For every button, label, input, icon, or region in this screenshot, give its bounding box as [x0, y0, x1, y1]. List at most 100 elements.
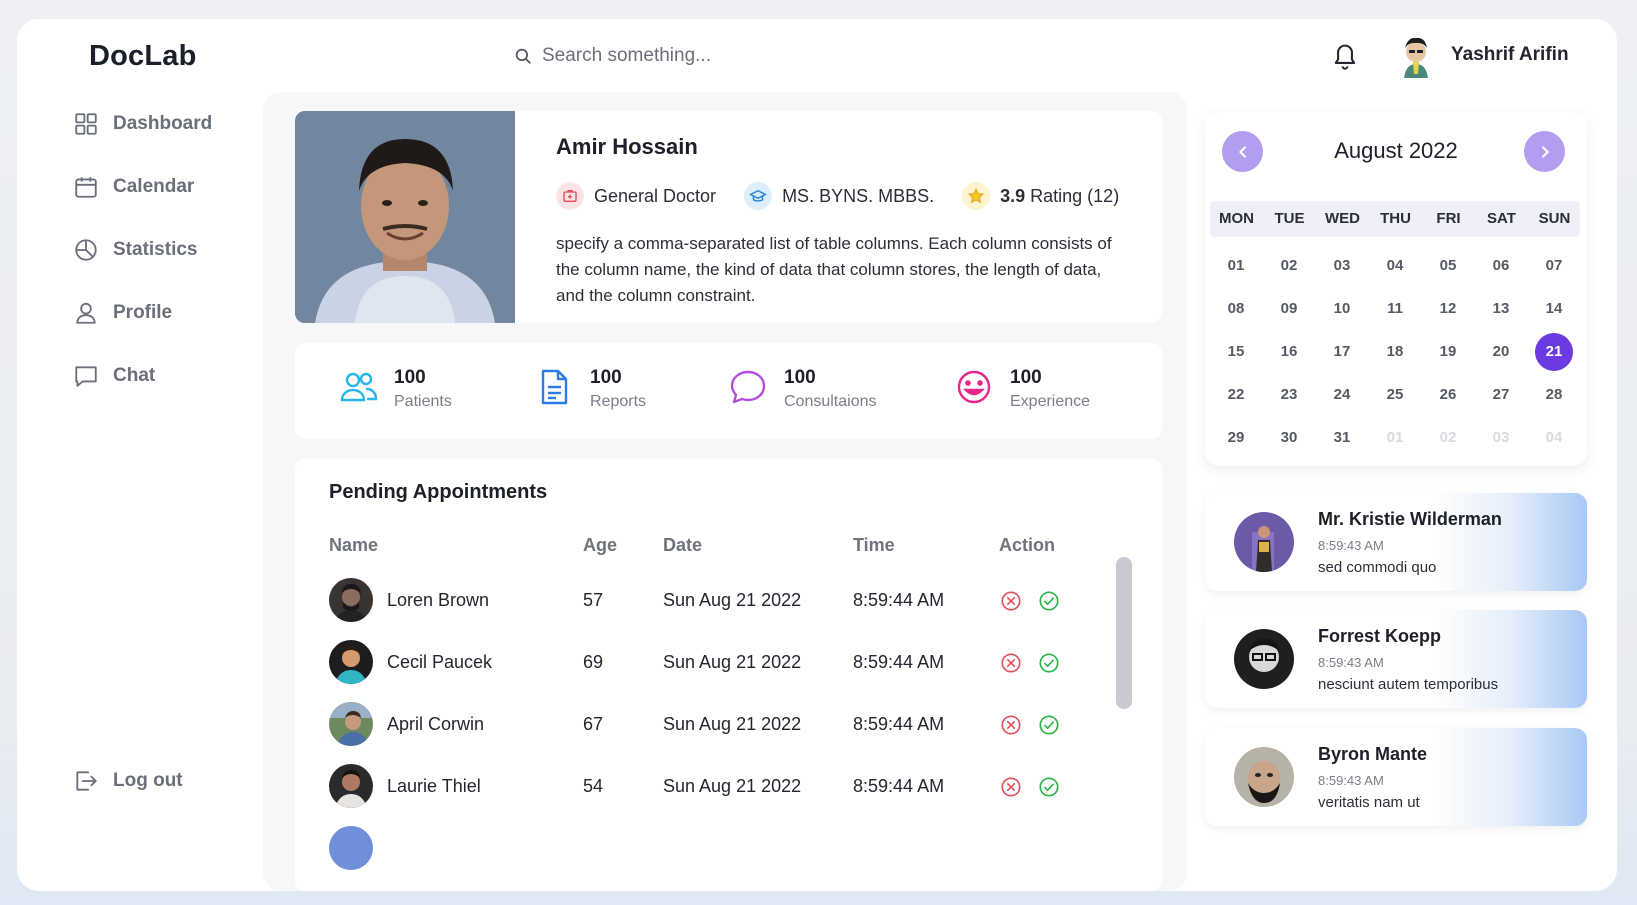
- calendar-day[interactable]: 27: [1482, 376, 1520, 414]
- sidebar-item-label: Dashboard: [113, 113, 213, 134]
- sidebar-nav: Dashboard Calendar Statistics Profile Ch…: [73, 111, 212, 426]
- appointments-rows: Loren Brown 57 Sun Aug 21 2022 8:59:44 A…: [295, 576, 1162, 886]
- patient-avatar: [329, 640, 373, 684]
- calendar-day[interactable]: 08: [1217, 290, 1255, 328]
- calendar-day-selected[interactable]: 21: [1535, 333, 1573, 371]
- calendar-day[interactable]: 07: [1535, 247, 1573, 285]
- table-row: Loren Brown 57 Sun Aug 21 2022 8:59:44 A…: [295, 576, 1162, 638]
- brand-logo[interactable]: DocLab: [89, 40, 197, 73]
- chat-bubble-icon: [730, 370, 766, 404]
- appointment-date: Sun Aug 21 2022: [663, 776, 802, 796]
- calendar-day-outside: 04: [1545, 429, 1563, 446]
- calendar-day[interactable]: 13: [1482, 290, 1520, 328]
- user-avatar[interactable]: [1396, 34, 1436, 78]
- calendar-day[interactable]: 06: [1482, 247, 1520, 285]
- sidebar-item-label: Chat: [113, 365, 156, 386]
- sidebar-item-chat[interactable]: Chat: [73, 363, 212, 389]
- patient-avatar: [329, 826, 373, 870]
- rating-label: Rating (12): [1030, 185, 1120, 206]
- reject-icon[interactable]: [1000, 714, 1022, 736]
- search-bar: [514, 45, 862, 67]
- patient-age: 69: [583, 652, 604, 672]
- column-header-time: Time: [853, 535, 895, 555]
- appointment-time: 8:59:44 AM: [853, 776, 945, 796]
- approve-icon[interactable]: [1038, 652, 1060, 674]
- calendar-day[interactable]: 17: [1323, 333, 1361, 371]
- column-header-date: Date: [663, 535, 703, 555]
- calendar-day[interactable]: 19: [1429, 333, 1467, 371]
- calendar-day[interactable]: 24: [1323, 376, 1361, 414]
- weekday-label: MON: [1219, 210, 1254, 227]
- search-input[interactable]: [542, 45, 862, 67]
- reject-icon[interactable]: [1000, 652, 1022, 674]
- approve-icon[interactable]: [1038, 776, 1060, 798]
- calendar-day[interactable]: 22: [1217, 376, 1255, 414]
- calendar-day[interactable]: 14: [1535, 290, 1573, 328]
- sender-avatar: [1234, 629, 1294, 689]
- calendar-day[interactable]: 23: [1270, 376, 1308, 414]
- calendar-day[interactable]: 05: [1429, 247, 1467, 285]
- calendar-day[interactable]: 15: [1217, 333, 1255, 371]
- calendar-day[interactable]: 11: [1376, 290, 1414, 328]
- calendar-day[interactable]: 29: [1217, 419, 1255, 457]
- calendar-day[interactable]: 26: [1429, 376, 1467, 414]
- sidebar-item-label: Calendar: [113, 176, 195, 197]
- message-time: 8:59:43 AM: [1318, 538, 1384, 553]
- stat-value: 100: [394, 367, 426, 388]
- calendar-day[interactable]: 18: [1376, 333, 1414, 371]
- stat-label: Consultaions: [784, 393, 877, 410]
- appointment-date: Sun Aug 21 2022: [663, 652, 802, 672]
- sidebar-item-label: Profile: [113, 302, 173, 323]
- degree-badge: MS. BYNS. MBBS.: [744, 182, 934, 210]
- specialty-badge: General Doctor: [556, 182, 716, 210]
- stat-label: Reports: [590, 393, 647, 410]
- table-row: April Corwin 67 Sun Aug 21 2022 8:59:44 …: [295, 700, 1162, 762]
- calendar-day[interactable]: 31: [1323, 419, 1361, 457]
- smiley-icon: [957, 370, 991, 404]
- table-row: [295, 824, 1162, 886]
- sender-name: Forrest Koepp: [1318, 626, 1442, 646]
- stat-value: 100: [784, 367, 816, 388]
- sidebar-item-calendar[interactable]: Calendar: [73, 174, 212, 200]
- reject-icon[interactable]: [1000, 776, 1022, 798]
- graduation-cap-icon: [744, 182, 773, 210]
- patient-age: 67: [583, 714, 604, 734]
- message-item[interactable]: Mr. Kristie Wilderman 8:59:43 AM sed com…: [1205, 493, 1587, 591]
- stats-card: 100 Patients 100 Reports 100 Consultaion…: [295, 343, 1162, 439]
- approve-icon[interactable]: [1038, 590, 1060, 612]
- weekday-label: SAT: [1487, 210, 1516, 227]
- reject-icon[interactable]: [1000, 590, 1022, 612]
- main-panel: Amir Hossain General Doctor MS. BYNS. MB…: [263, 92, 1187, 891]
- message-item[interactable]: Forrest Koepp 8:59:43 AM nesciunt autem …: [1205, 610, 1587, 708]
- doctor-description: specify a comma-separated list of table …: [556, 234, 1112, 305]
- calendar-day[interactable]: 01: [1217, 247, 1255, 285]
- logout-button[interactable]: Log out: [73, 768, 183, 794]
- appointments-scrollbar[interactable]: [1116, 557, 1132, 709]
- sender-avatar: [1234, 512, 1294, 572]
- calendar-day[interactable]: 10: [1323, 290, 1361, 328]
- stat-patients: 100 Patients: [338, 367, 452, 411]
- appointment-date: Sun Aug 21 2022: [663, 714, 802, 734]
- user-name[interactable]: Yashrif Arifin: [1451, 44, 1569, 66]
- next-month-button[interactable]: [1524, 131, 1565, 172]
- approve-icon[interactable]: [1038, 714, 1060, 736]
- calendar-day[interactable]: 04: [1376, 247, 1414, 285]
- message-item[interactable]: Byron Mante 8:59:43 AM veritatis nam ut: [1205, 728, 1587, 826]
- calendar-day[interactable]: 02: [1270, 247, 1308, 285]
- star-icon: [962, 182, 991, 210]
- calendar-day[interactable]: 09: [1270, 290, 1308, 328]
- sidebar-item-profile[interactable]: Profile: [73, 300, 212, 326]
- stat-label: Experience: [1010, 393, 1091, 410]
- notification-bell-icon[interactable]: [1331, 41, 1359, 71]
- calendar-day[interactable]: 30: [1270, 419, 1308, 457]
- calendar-day[interactable]: 20: [1482, 333, 1520, 371]
- calendar-day[interactable]: 25: [1376, 376, 1414, 414]
- calendar-day[interactable]: 03: [1323, 247, 1361, 285]
- calendar-day[interactable]: 16: [1270, 333, 1308, 371]
- sidebar-item-dashboard[interactable]: Dashboard: [73, 111, 212, 137]
- sidebar-item-statistics[interactable]: Statistics: [73, 237, 212, 263]
- column-header-age: Age: [583, 535, 618, 555]
- chat-bubble-icon: [75, 366, 97, 387]
- calendar-day[interactable]: 12: [1429, 290, 1467, 328]
- calendar-day[interactable]: 28: [1535, 376, 1573, 414]
